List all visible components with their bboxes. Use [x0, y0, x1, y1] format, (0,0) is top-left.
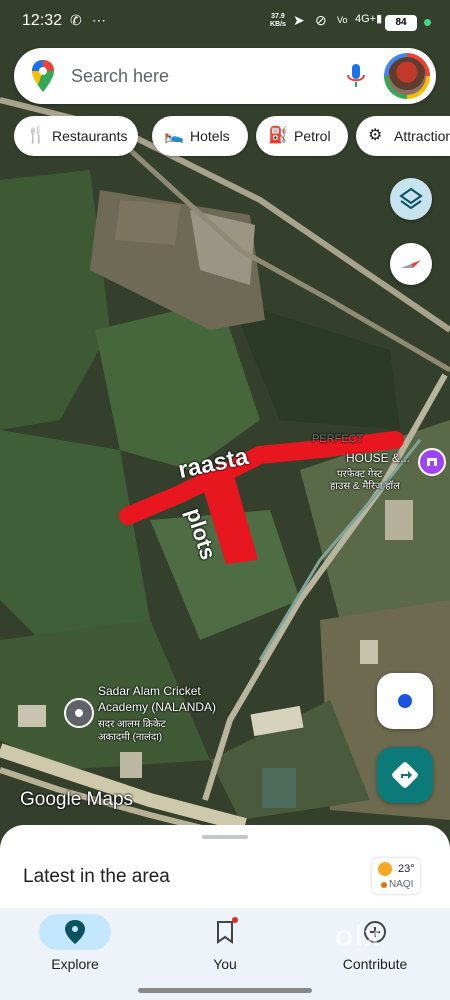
my-location-icon — [398, 694, 412, 708]
chip-restaurants[interactable]: 🍴 Restaurants — [14, 116, 138, 156]
layers-icon — [399, 187, 423, 210]
bed-icon: 🛌 — [164, 127, 184, 144]
more-notifications-icon: ⋯ — [92, 12, 106, 28]
directions-icon — [392, 762, 418, 788]
poi-marriage-house-name-top[interactable]: PERFECT — [312, 433, 363, 445]
layers-button[interactable] — [390, 178, 432, 220]
hotel-pin-icon[interactable] — [418, 448, 446, 476]
profile-avatar[interactable] — [384, 53, 430, 99]
nav-label-explore: Explore — [51, 956, 99, 972]
directions-button[interactable] — [377, 747, 433, 803]
gesture-bar[interactable] — [138, 988, 312, 993]
poi-academy-hindi-2[interactable]: अकादमी (नालंदा) — [98, 729, 162, 743]
sheet-drag-handle[interactable] — [202, 835, 248, 839]
air-quality-dot-icon — [381, 882, 387, 888]
category-chips: 🍴 Restaurants 🛌 Hotels ⛽ Petrol ⚙ Attrac… — [14, 116, 450, 158]
chip-attractions[interactable]: ⚙ Attractions — [356, 116, 450, 156]
chip-label: Restaurants — [52, 128, 128, 144]
academy-pin-icon[interactable] — [64, 698, 94, 728]
google-maps-logo: Google Maps — [20, 789, 134, 810]
weather-widget[interactable]: 23° NAQI — [372, 858, 420, 894]
poi-academy-hindi-1[interactable]: सदर आलम क्रिकेट — [98, 716, 166, 730]
network-speed-unit: KB/s — [270, 21, 286, 28]
nav-explore[interactable]: Explore — [0, 908, 150, 978]
status-bar: 12:32 ✆ ⋯ 37.9 KB/s ➤ ⊘ Vo 4G+▮ 84 — [0, 0, 450, 44]
clock: 12:32 — [22, 12, 63, 29]
sun-icon — [378, 862, 392, 876]
search-input[interactable]: Search here — [71, 66, 169, 87]
fuel-icon: ⛽ — [268, 127, 288, 144]
compass-button[interactable] — [390, 243, 432, 285]
sheet-title: Latest in the area — [23, 866, 170, 887]
signal-icon: 4G+▮ — [355, 13, 383, 25]
chip-hotels[interactable]: 🛌 Hotels — [152, 116, 248, 156]
volte-icon: Vo — [337, 15, 348, 25]
explore-pin-icon — [65, 920, 85, 944]
chip-petrol[interactable]: ⛽ Petrol — [256, 116, 348, 156]
poi-academy-name-2[interactable]: Academy (NALANDA) — [98, 700, 216, 714]
air-quality-label: NAQI — [389, 879, 414, 890]
compass-icon — [401, 260, 421, 268]
notification-dot-icon — [232, 917, 238, 923]
search-bar[interactable]: Search here — [14, 48, 436, 104]
chip-label: Petrol — [294, 128, 331, 144]
bookmark-icon — [217, 921, 233, 944]
whatsapp-icon: ✆ — [70, 12, 82, 28]
battery-icon: 84 — [385, 15, 417, 31]
network-speed-value: 37.9 — [271, 13, 285, 20]
nav-label-you: You — [213, 956, 237, 972]
network-speed: 37.9 KB/s — [270, 13, 286, 29]
poi-marriage-house-name[interactable]: HOUSE &... — [346, 451, 410, 465]
chip-label: Attractions — [394, 128, 450, 144]
weather-temperature: 23° — [398, 863, 415, 875]
location-arrow-icon: ➤ — [293, 12, 305, 28]
camera-in-use-indicator — [424, 19, 431, 26]
chip-label: Hotels — [190, 128, 230, 144]
nav-label-contribute: Contribute — [342, 956, 408, 972]
olx-watermark: olx — [335, 920, 382, 953]
microphone-icon[interactable] — [344, 62, 368, 90]
maps-pin-logo-icon — [32, 60, 54, 92]
poi-academy-name-1[interactable]: Sadar Alam Cricket — [98, 684, 201, 698]
poi-marriage-house-hindi-2[interactable]: हाउस & मैरिज हॉल — [330, 478, 400, 492]
attraction-icon: ⚙ — [368, 127, 383, 144]
fork-knife-icon: 🍴 — [26, 127, 46, 144]
bottom-navigation: Explore You Contribute — [0, 908, 450, 1000]
nav-you[interactable]: You — [150, 908, 300, 978]
my-location-button[interactable] — [377, 673, 433, 729]
wifi-off-icon: ⊘ — [315, 12, 327, 28]
